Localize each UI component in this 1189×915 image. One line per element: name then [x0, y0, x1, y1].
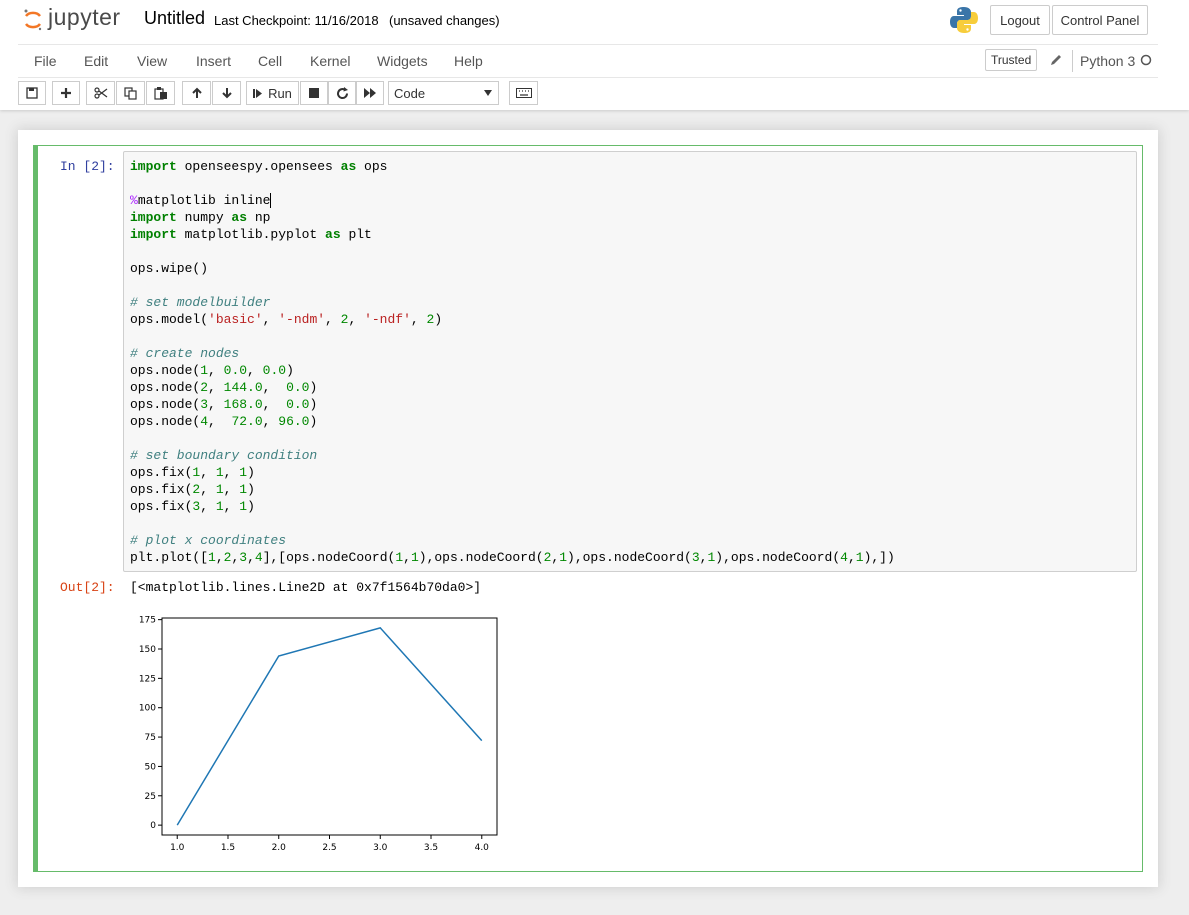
code-line: ops.node(2, 144.0, 0.0): [130, 380, 318, 395]
x-tick-label: 1.0: [170, 843, 185, 853]
arrow-down-icon: [221, 88, 232, 99]
y-tick-label: 175: [139, 616, 156, 626]
y-tick-label: 50: [145, 762, 157, 772]
x-tick-label: 2.0: [272, 843, 287, 853]
y-tick-label: 125: [139, 674, 156, 684]
keyboard-icon: [515, 88, 532, 98]
command-palette-button[interactable]: [509, 81, 538, 105]
code-line: import openseespy.opensees as ops: [130, 159, 388, 174]
output-text: [<matplotlib.lines.Line2D at 0x7f1564b70…: [130, 580, 482, 595]
x-tick-label: 1.5: [221, 843, 235, 853]
y-tick-label: 75: [145, 733, 156, 743]
code-line: # set modelbuilder: [130, 295, 271, 310]
code-line: %matplotlib inline: [130, 193, 272, 208]
move-up-button[interactable]: [182, 81, 211, 105]
code-line: import matplotlib.pyplot as plt: [130, 227, 372, 242]
line-chart: 1.0 1.5 2.0 2.5 3.0 3.5 4.0 0 25 50 75 100 125 150 175: [139, 616, 498, 853]
y-tick-label: 25: [145, 792, 156, 802]
y-tick-label: 150: [139, 645, 156, 655]
run-button[interactable]: Run: [246, 81, 299, 105]
kernel-idle-icon: [1140, 54, 1152, 66]
code-line: ops.wipe(): [130, 261, 209, 276]
paste-button[interactable]: [146, 81, 175, 105]
x-tick-label: 4.0: [475, 843, 490, 853]
menu-insert[interactable]: Insert: [196, 53, 231, 69]
cut-icon: [93, 87, 107, 99]
logout-button[interactable]: Logout: [990, 5, 1050, 35]
restart-button[interactable]: [328, 81, 356, 105]
copy-icon: [123, 86, 137, 100]
menu-kernel[interactable]: Kernel: [310, 53, 350, 69]
run-button-label: Run: [268, 85, 292, 101]
menu-edit[interactable]: Edit: [84, 53, 108, 69]
python-logo-icon: [950, 7, 978, 33]
cell-type-value: Code: [394, 86, 426, 101]
code-line: import numpy as np: [130, 210, 271, 225]
jupyter-logo-icon[interactable]: [22, 8, 44, 32]
code-line: ops.model('basic', '-ndm', 2, '-ndf', 2): [130, 312, 443, 327]
insert-cell-button[interactable]: [52, 81, 80, 105]
y-tick-label: 100: [139, 704, 156, 714]
code-line: # plot x coordinates: [130, 533, 287, 548]
control-panel-button[interactable]: Control Panel: [1052, 5, 1148, 35]
menu-file[interactable]: File: [34, 53, 57, 69]
x-tick-label: 2.5: [322, 843, 336, 853]
copy-button[interactable]: [116, 81, 145, 105]
menu-help[interactable]: Help: [454, 53, 483, 69]
interrupt-button[interactable]: [300, 81, 328, 105]
save-icon: [26, 87, 38, 99]
restart-run-all-button[interactable]: [356, 81, 384, 105]
arrow-up-icon: [191, 87, 202, 98]
menu-view[interactable]: View: [137, 53, 167, 69]
pencil-icon[interactable]: [1049, 53, 1063, 67]
code-line: ops.fix(3, 1, 1): [130, 499, 255, 514]
series-line: [176, 627, 483, 826]
input-prompt: In [2]:: [60, 159, 115, 174]
stop-icon: [309, 88, 319, 98]
trusted-indicator[interactable]: Trusted: [985, 49, 1038, 71]
code-line: ops.node(1, 0.0, 0.0): [130, 363, 294, 378]
step-forward-icon: [253, 88, 263, 98]
code-line: # set boundary condition: [130, 448, 318, 463]
save-button[interactable]: [18, 81, 46, 105]
autosave-status: (unsaved changes): [389, 13, 500, 28]
plot-frame: [161, 617, 498, 836]
kernel-divider: [1072, 50, 1073, 72]
code-line: ops.fix(1, 1, 1): [130, 465, 255, 480]
menu-cell[interactable]: Cell: [258, 53, 282, 69]
code-line: ops.node(4, 72.0, 96.0): [130, 414, 318, 429]
x-tick-label: 3.5: [424, 843, 438, 853]
code-line: plt.plot([1,2,3,4],[ops.nodeCoord(1,1),o…: [130, 550, 895, 565]
y-tick-label: 0: [150, 821, 156, 831]
code-line: # create nodes: [130, 346, 240, 361]
output-prompt: Out[2]:: [60, 580, 115, 595]
plus-icon: [61, 88, 71, 98]
code-line: ops.node(3, 168.0, 0.0): [130, 397, 318, 412]
notebook-name[interactable]: Untitled: [144, 8, 205, 29]
cut-button[interactable]: [86, 81, 115, 105]
paste-icon: [153, 86, 167, 100]
menu-widgets[interactable]: Widgets: [377, 53, 428, 69]
checkpoint-status: Last Checkpoint: 11/16/2018: [214, 13, 379, 28]
move-down-button[interactable]: [212, 81, 241, 105]
restart-icon: [336, 86, 348, 99]
caret-down-icon: [484, 90, 492, 96]
fast-forward-icon: [363, 88, 376, 98]
x-tick-label: 3.0: [373, 843, 388, 853]
code-line: ops.fix(2, 1, 1): [130, 482, 255, 497]
logo-text[interactable]: jupyter: [48, 4, 121, 31]
kernel-name: Python 3: [1080, 53, 1136, 69]
cell-type-select[interactable]: Code: [388, 81, 499, 105]
